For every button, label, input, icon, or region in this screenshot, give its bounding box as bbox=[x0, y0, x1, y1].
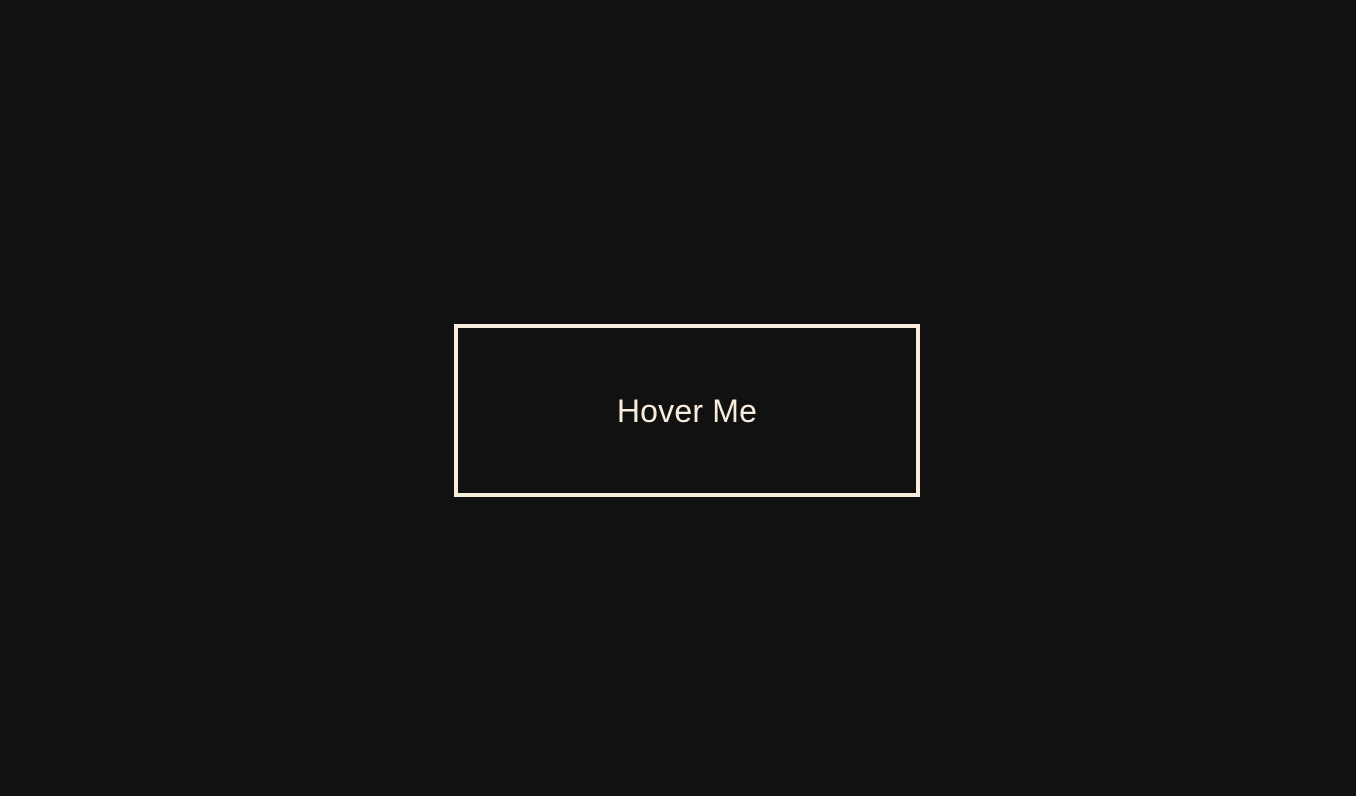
hover-me-button-label: Hover Me bbox=[616, 392, 758, 429]
hover-me-button[interactable]: Hover Me bbox=[454, 324, 920, 497]
page-background: Hover Me bbox=[0, 0, 1356, 796]
